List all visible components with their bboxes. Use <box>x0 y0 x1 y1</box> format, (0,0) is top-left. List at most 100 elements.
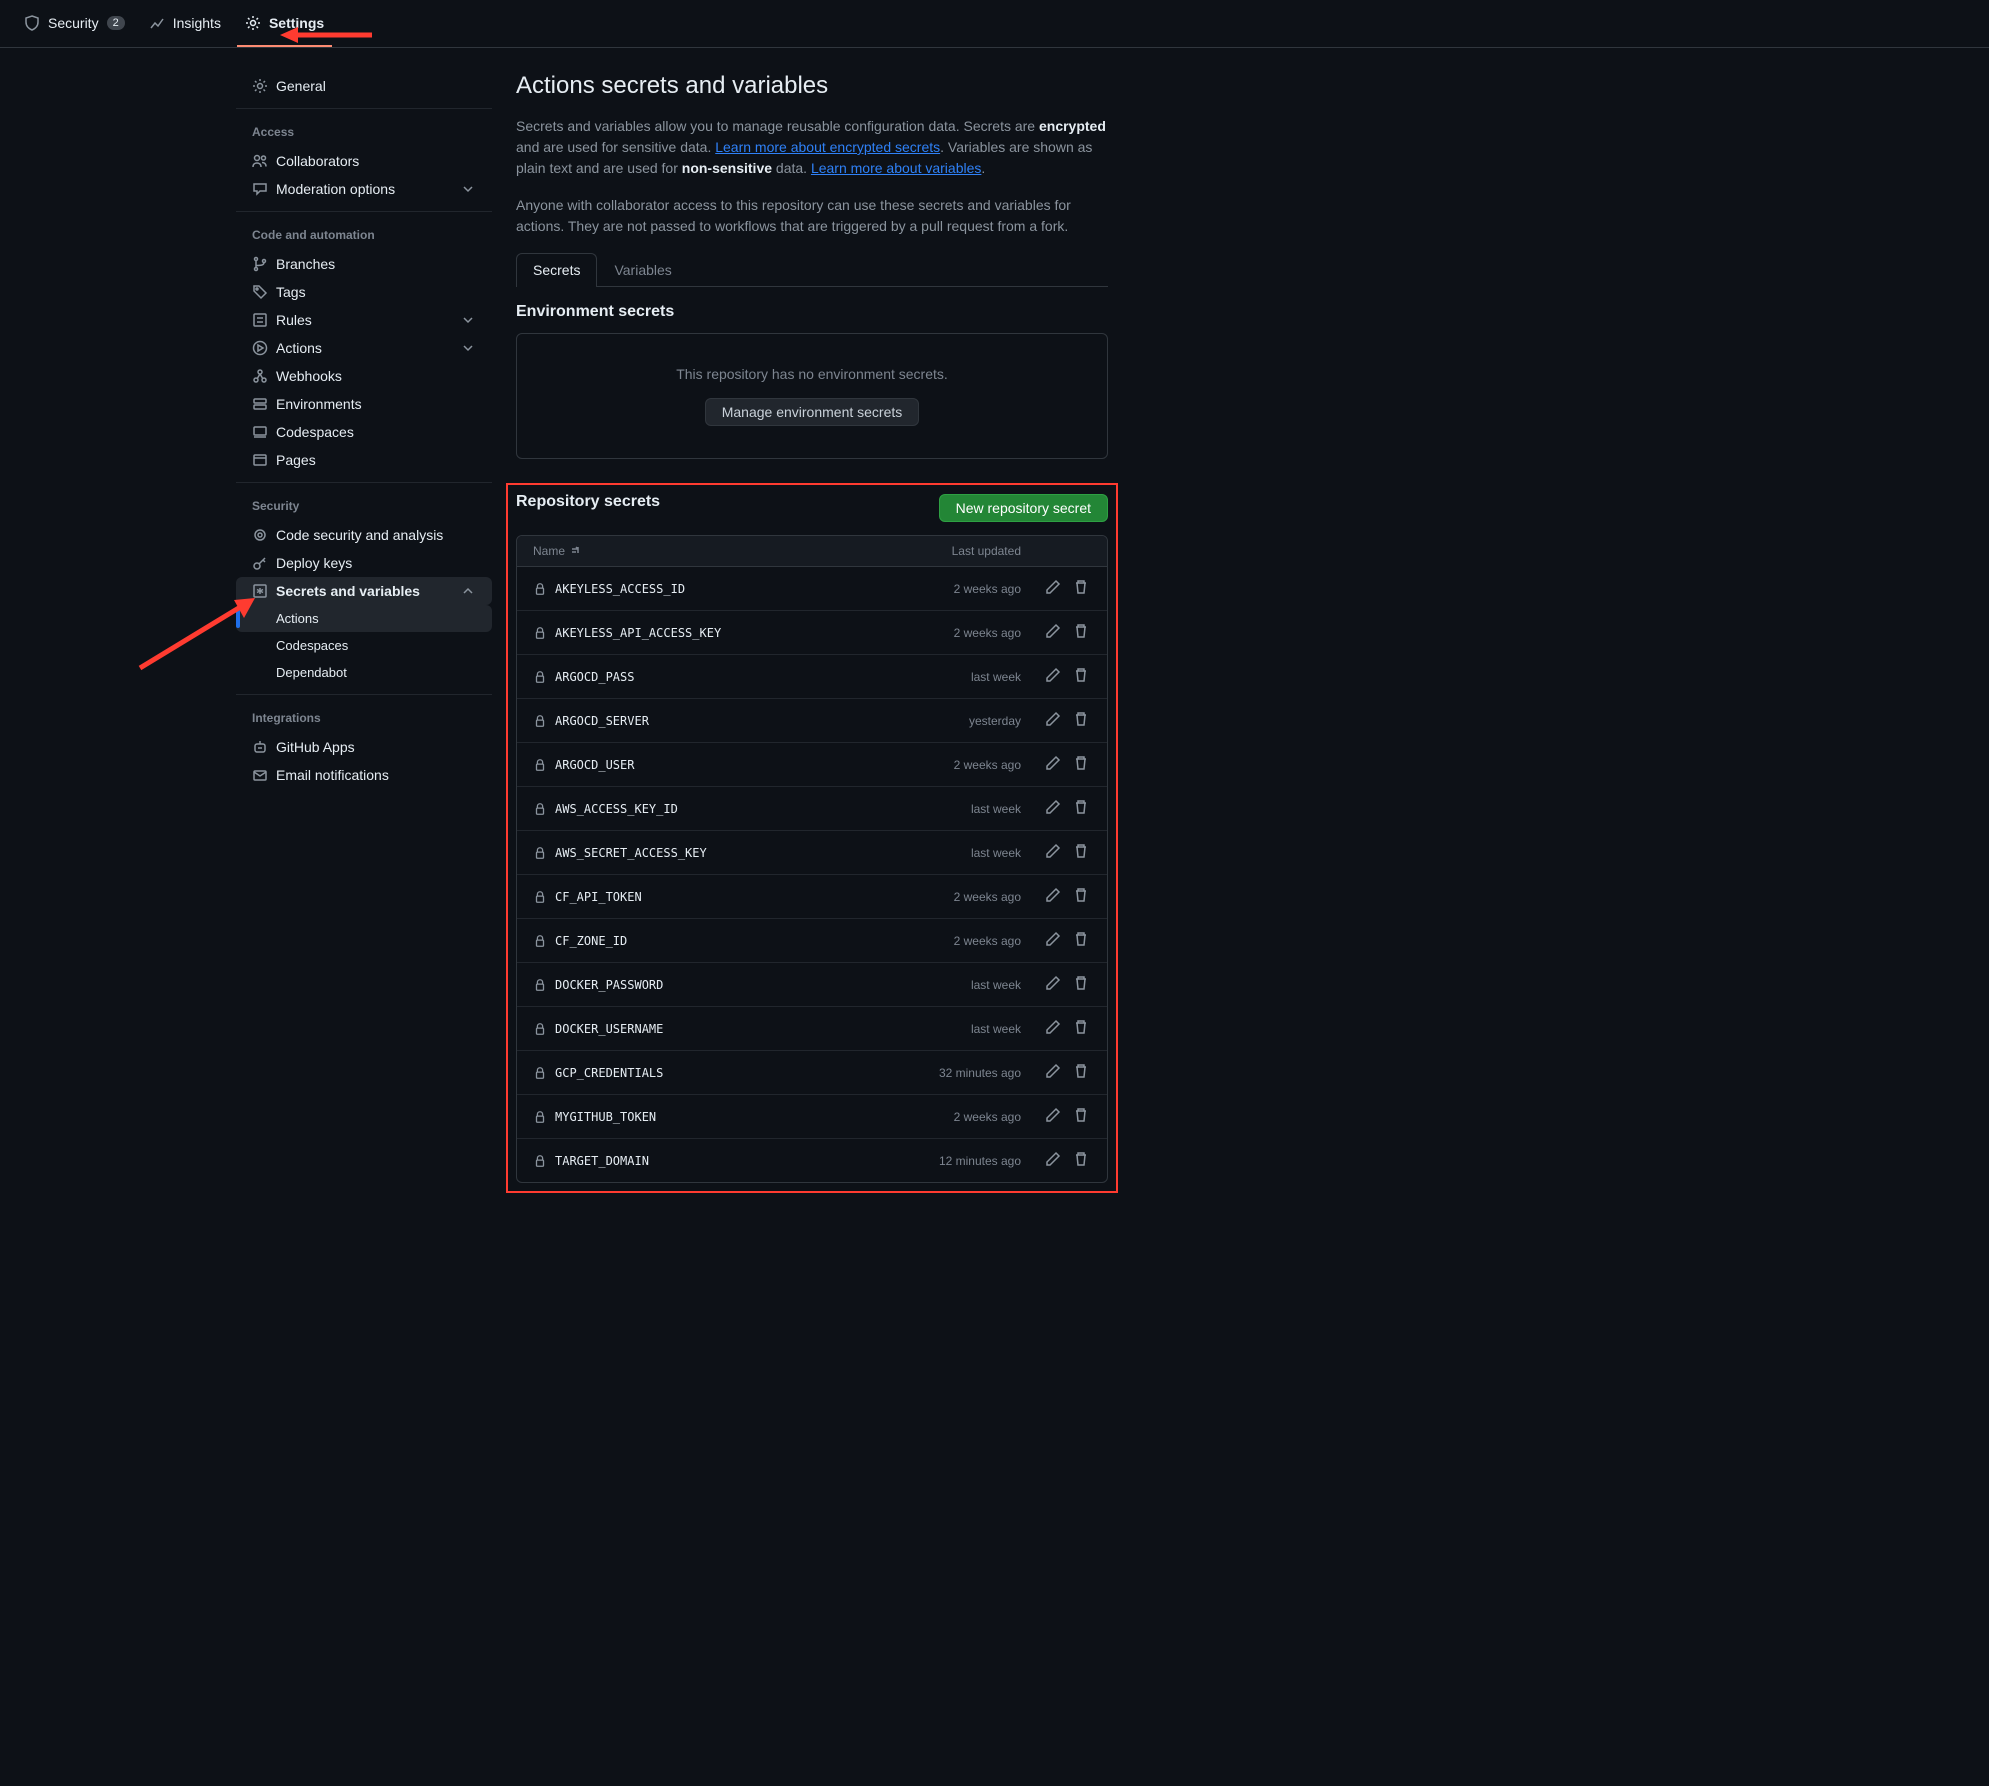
comment-icon <box>252 181 268 197</box>
sidebar-item-label: Collaborators <box>276 153 359 169</box>
pencil-icon <box>1045 623 1061 639</box>
edit-secret-button[interactable] <box>1043 753 1063 776</box>
lock-icon <box>533 934 547 948</box>
trash-icon <box>1073 1107 1089 1123</box>
sidebar-item-tags[interactable]: Tags <box>236 278 492 306</box>
key-icon <box>252 555 268 571</box>
sidebar-item-webhooks[interactable]: Webhooks <box>236 362 492 390</box>
link-encrypted-secrets[interactable]: Learn more about encrypted secrets <box>715 139 940 155</box>
delete-secret-button[interactable] <box>1071 841 1091 864</box>
sidebar-item-codespaces[interactable]: Codespaces <box>236 418 492 446</box>
secret-name: MYGITHUB_TOKEN <box>533 1110 901 1124</box>
secret-name: GCP_CREDENTIALS <box>533 1066 901 1080</box>
environment-secrets-title: Environment secrets <box>516 303 1108 321</box>
delete-secret-button[interactable] <box>1071 797 1091 820</box>
delete-secret-button[interactable] <box>1071 1105 1091 1128</box>
edit-secret-button[interactable] <box>1043 1017 1063 1040</box>
delete-secret-button[interactable] <box>1071 577 1091 600</box>
sidebar-item-deploykeys[interactable]: Deploy keys <box>236 549 492 577</box>
edit-secret-button[interactable] <box>1043 1149 1063 1172</box>
sidebar-item-codesecurity[interactable]: Code security and analysis <box>236 521 492 549</box>
subtab-variables[interactable]: Variables <box>597 253 688 286</box>
sidebar-item-label: Pages <box>276 452 316 468</box>
delete-secret-button[interactable] <box>1071 1149 1091 1172</box>
sidebar-item-label: Environments <box>276 396 362 412</box>
lock-icon <box>533 626 547 640</box>
tab-insights[interactable]: Insights <box>141 0 229 47</box>
pencil-icon <box>1045 799 1061 815</box>
column-header-name[interactable]: Name <box>533 544 901 558</box>
delete-secret-button[interactable] <box>1071 1061 1091 1084</box>
sidebar-item-label: Branches <box>276 256 335 272</box>
lock-icon <box>533 1110 547 1124</box>
secret-name: AKEYLESS_API_ACCESS_KEY <box>533 626 901 640</box>
subtab-secrets[interactable]: Secrets <box>516 253 597 287</box>
edit-secret-button[interactable] <box>1043 665 1063 688</box>
secret-name: CF_ZONE_ID <box>533 934 901 948</box>
delete-secret-button[interactable] <box>1071 665 1091 688</box>
tab-settings[interactable]: Settings <box>237 0 332 47</box>
new-repository-secret-button[interactable]: New repository secret <box>939 494 1108 522</box>
repository-secrets-table: Name Last updated AKEYLESS_ACCESS_ID2 we… <box>516 535 1108 1183</box>
secret-row: AWS_SECRET_ACCESS_KEYlast week <box>517 831 1107 875</box>
delete-secret-button[interactable] <box>1071 973 1091 996</box>
sidebar-item-githubapps[interactable]: GitHub Apps <box>236 733 492 761</box>
sidebar-item-label: Actions <box>276 611 319 626</box>
lock-icon <box>533 1022 547 1036</box>
sidebar-item-actions[interactable]: Actions <box>236 334 492 362</box>
manage-environment-secrets-button[interactable]: Manage environment secrets <box>705 398 920 426</box>
delete-secret-button[interactable] <box>1071 1017 1091 1040</box>
edit-secret-button[interactable] <box>1043 709 1063 732</box>
sidebar-item-collaborators[interactable]: Collaborators <box>236 147 492 175</box>
tab-security-badge: 2 <box>107 16 125 30</box>
link-variables[interactable]: Learn more about variables <box>811 160 981 176</box>
pencil-icon <box>1045 1107 1061 1123</box>
chevron-up-icon <box>460 583 476 599</box>
asterisk-icon <box>252 583 268 599</box>
sidebar-item-pages[interactable]: Pages <box>236 446 492 474</box>
secret-name: ARGOCD_SERVER <box>533 714 901 728</box>
sidebar-item-label: Deploy keys <box>276 555 352 571</box>
edit-secret-button[interactable] <box>1043 577 1063 600</box>
secret-updated: yesterday <box>901 714 1021 728</box>
sidebar-item-label: GitHub Apps <box>276 739 355 755</box>
tag-icon <box>252 284 268 300</box>
sidebar-item-email[interactable]: Email notifications <box>236 761 492 789</box>
trash-icon <box>1073 887 1089 903</box>
graph-icon <box>149 15 165 31</box>
sidebar-subitem-dependabot[interactable]: Dependabot <box>236 659 492 686</box>
secret-row: TARGET_DOMAIN12 minutes ago <box>517 1139 1107 1182</box>
sidebar-subitem-codespaces[interactable]: Codespaces <box>236 632 492 659</box>
edit-secret-button[interactable] <box>1043 1061 1063 1084</box>
sidebar-item-branches[interactable]: Branches <box>236 250 492 278</box>
sidebar-subitem-actions[interactable]: Actions <box>236 605 492 632</box>
secret-updated: last week <box>901 670 1021 684</box>
lock-icon <box>533 670 547 684</box>
sidebar-item-environments[interactable]: Environments <box>236 390 492 418</box>
delete-secret-button[interactable] <box>1071 709 1091 732</box>
secret-name: DOCKER_USERNAME <box>533 1022 901 1036</box>
tab-security[interactable]: Security 2 <box>16 0 133 47</box>
edit-secret-button[interactable] <box>1043 885 1063 908</box>
delete-secret-button[interactable] <box>1071 753 1091 776</box>
main-content: Actions secrets and variables Secrets an… <box>492 72 1132 1193</box>
sidebar-item-secrets-variables[interactable]: Secrets and variables <box>236 577 492 605</box>
edit-secret-button[interactable] <box>1043 929 1063 952</box>
edit-secret-button[interactable] <box>1043 841 1063 864</box>
scan-icon <box>252 527 268 543</box>
delete-secret-button[interactable] <box>1071 621 1091 644</box>
edit-secret-button[interactable] <box>1043 1105 1063 1128</box>
delete-secret-button[interactable] <box>1071 929 1091 952</box>
gear-icon <box>245 15 261 31</box>
edit-secret-button[interactable] <box>1043 621 1063 644</box>
page-description-2: Anyone with collaborator access to this … <box>516 195 1108 237</box>
secret-updated: 2 weeks ago <box>901 890 1021 904</box>
branch-icon <box>252 256 268 272</box>
sidebar-item-moderation[interactable]: Moderation options <box>236 175 492 203</box>
sidebar-item-rules[interactable]: Rules <box>236 306 492 334</box>
secret-name: DOCKER_PASSWORD <box>533 978 901 992</box>
edit-secret-button[interactable] <box>1043 797 1063 820</box>
delete-secret-button[interactable] <box>1071 885 1091 908</box>
edit-secret-button[interactable] <box>1043 973 1063 996</box>
sidebar-item-general[interactable]: General <box>236 72 492 100</box>
